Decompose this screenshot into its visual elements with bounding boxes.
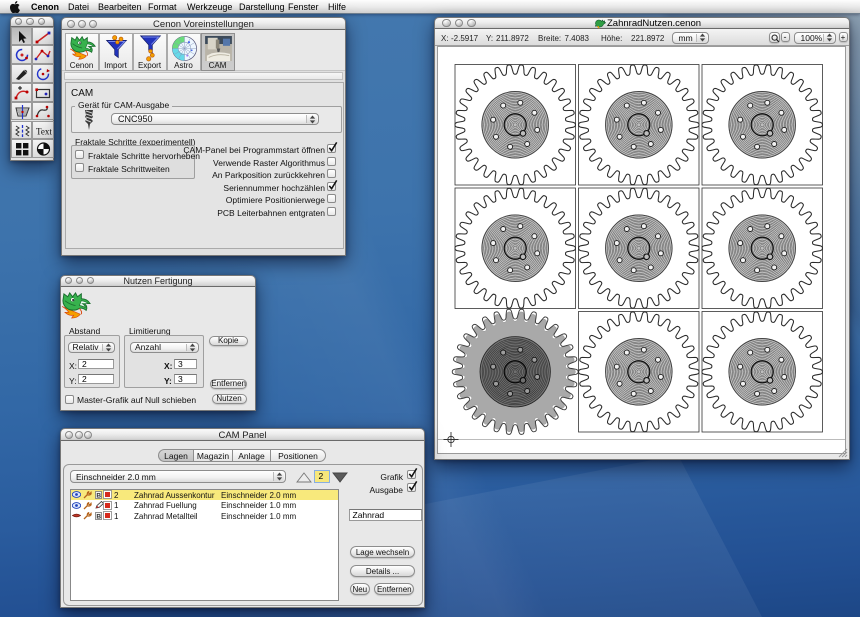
svg-text:B: B: [96, 513, 101, 520]
svg-text:Text: Text: [36, 126, 52, 136]
svg-text:B: B: [96, 492, 101, 499]
